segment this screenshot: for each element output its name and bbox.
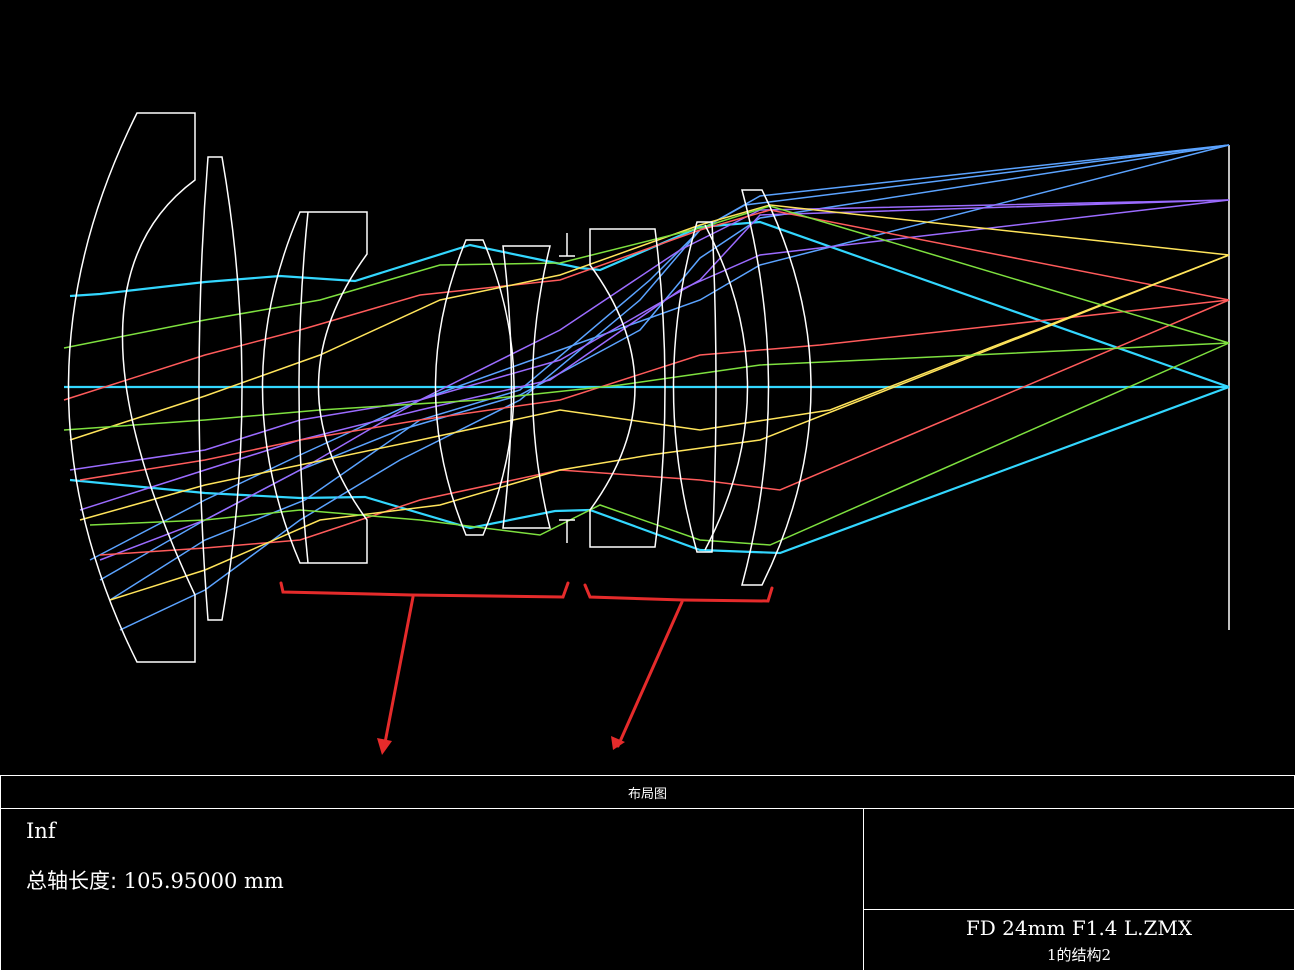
total-axis-value: 105.95000 mm — [123, 869, 284, 893]
info-left-cell: Inf 总轴长度: 105.95000 mm — [1, 809, 864, 970]
info-right-bottom-cell: FD 24mm F1.4 L.ZMX 1的结构2 — [864, 910, 1294, 970]
front-arrow-head — [377, 738, 392, 755]
info-right-top-cell — [864, 809, 1294, 910]
object-distance: Inf — [26, 819, 56, 843]
front-group-bracket — [279, 581, 570, 599]
arrow-heads — [377, 736, 625, 755]
ray-16 — [63, 205, 1230, 349]
total-axis-length: 总轴长度: 105.95000 mm — [26, 865, 284, 895]
layout-info-panel: 布局图 Inf 总轴长度: 105.95000 mm FD 24mm F1.4 … — [0, 775, 1295, 971]
ray-fans — [63, 144, 1230, 631]
ray-0 — [69, 220, 1230, 389]
rear-group-bracket — [583, 583, 774, 603]
ray-17 — [89, 342, 1230, 546]
lens-element-2 — [198, 156, 243, 621]
lens-layout-diagram — [63, 112, 1230, 755]
rear-group-arrow — [616, 600, 684, 748]
group-annotations — [279, 581, 774, 750]
panel-title: 布局图 — [1, 776, 1294, 809]
file-name: FD 24mm F1.4 L.ZMX — [965, 916, 1193, 940]
ray-5 — [109, 144, 1230, 601]
total-axis-label: 总轴长度: — [26, 869, 118, 893]
ray-1 — [69, 385, 1230, 555]
config-label: 1的结构2 — [1046, 946, 1112, 964]
front-group-arrow — [382, 595, 415, 750]
